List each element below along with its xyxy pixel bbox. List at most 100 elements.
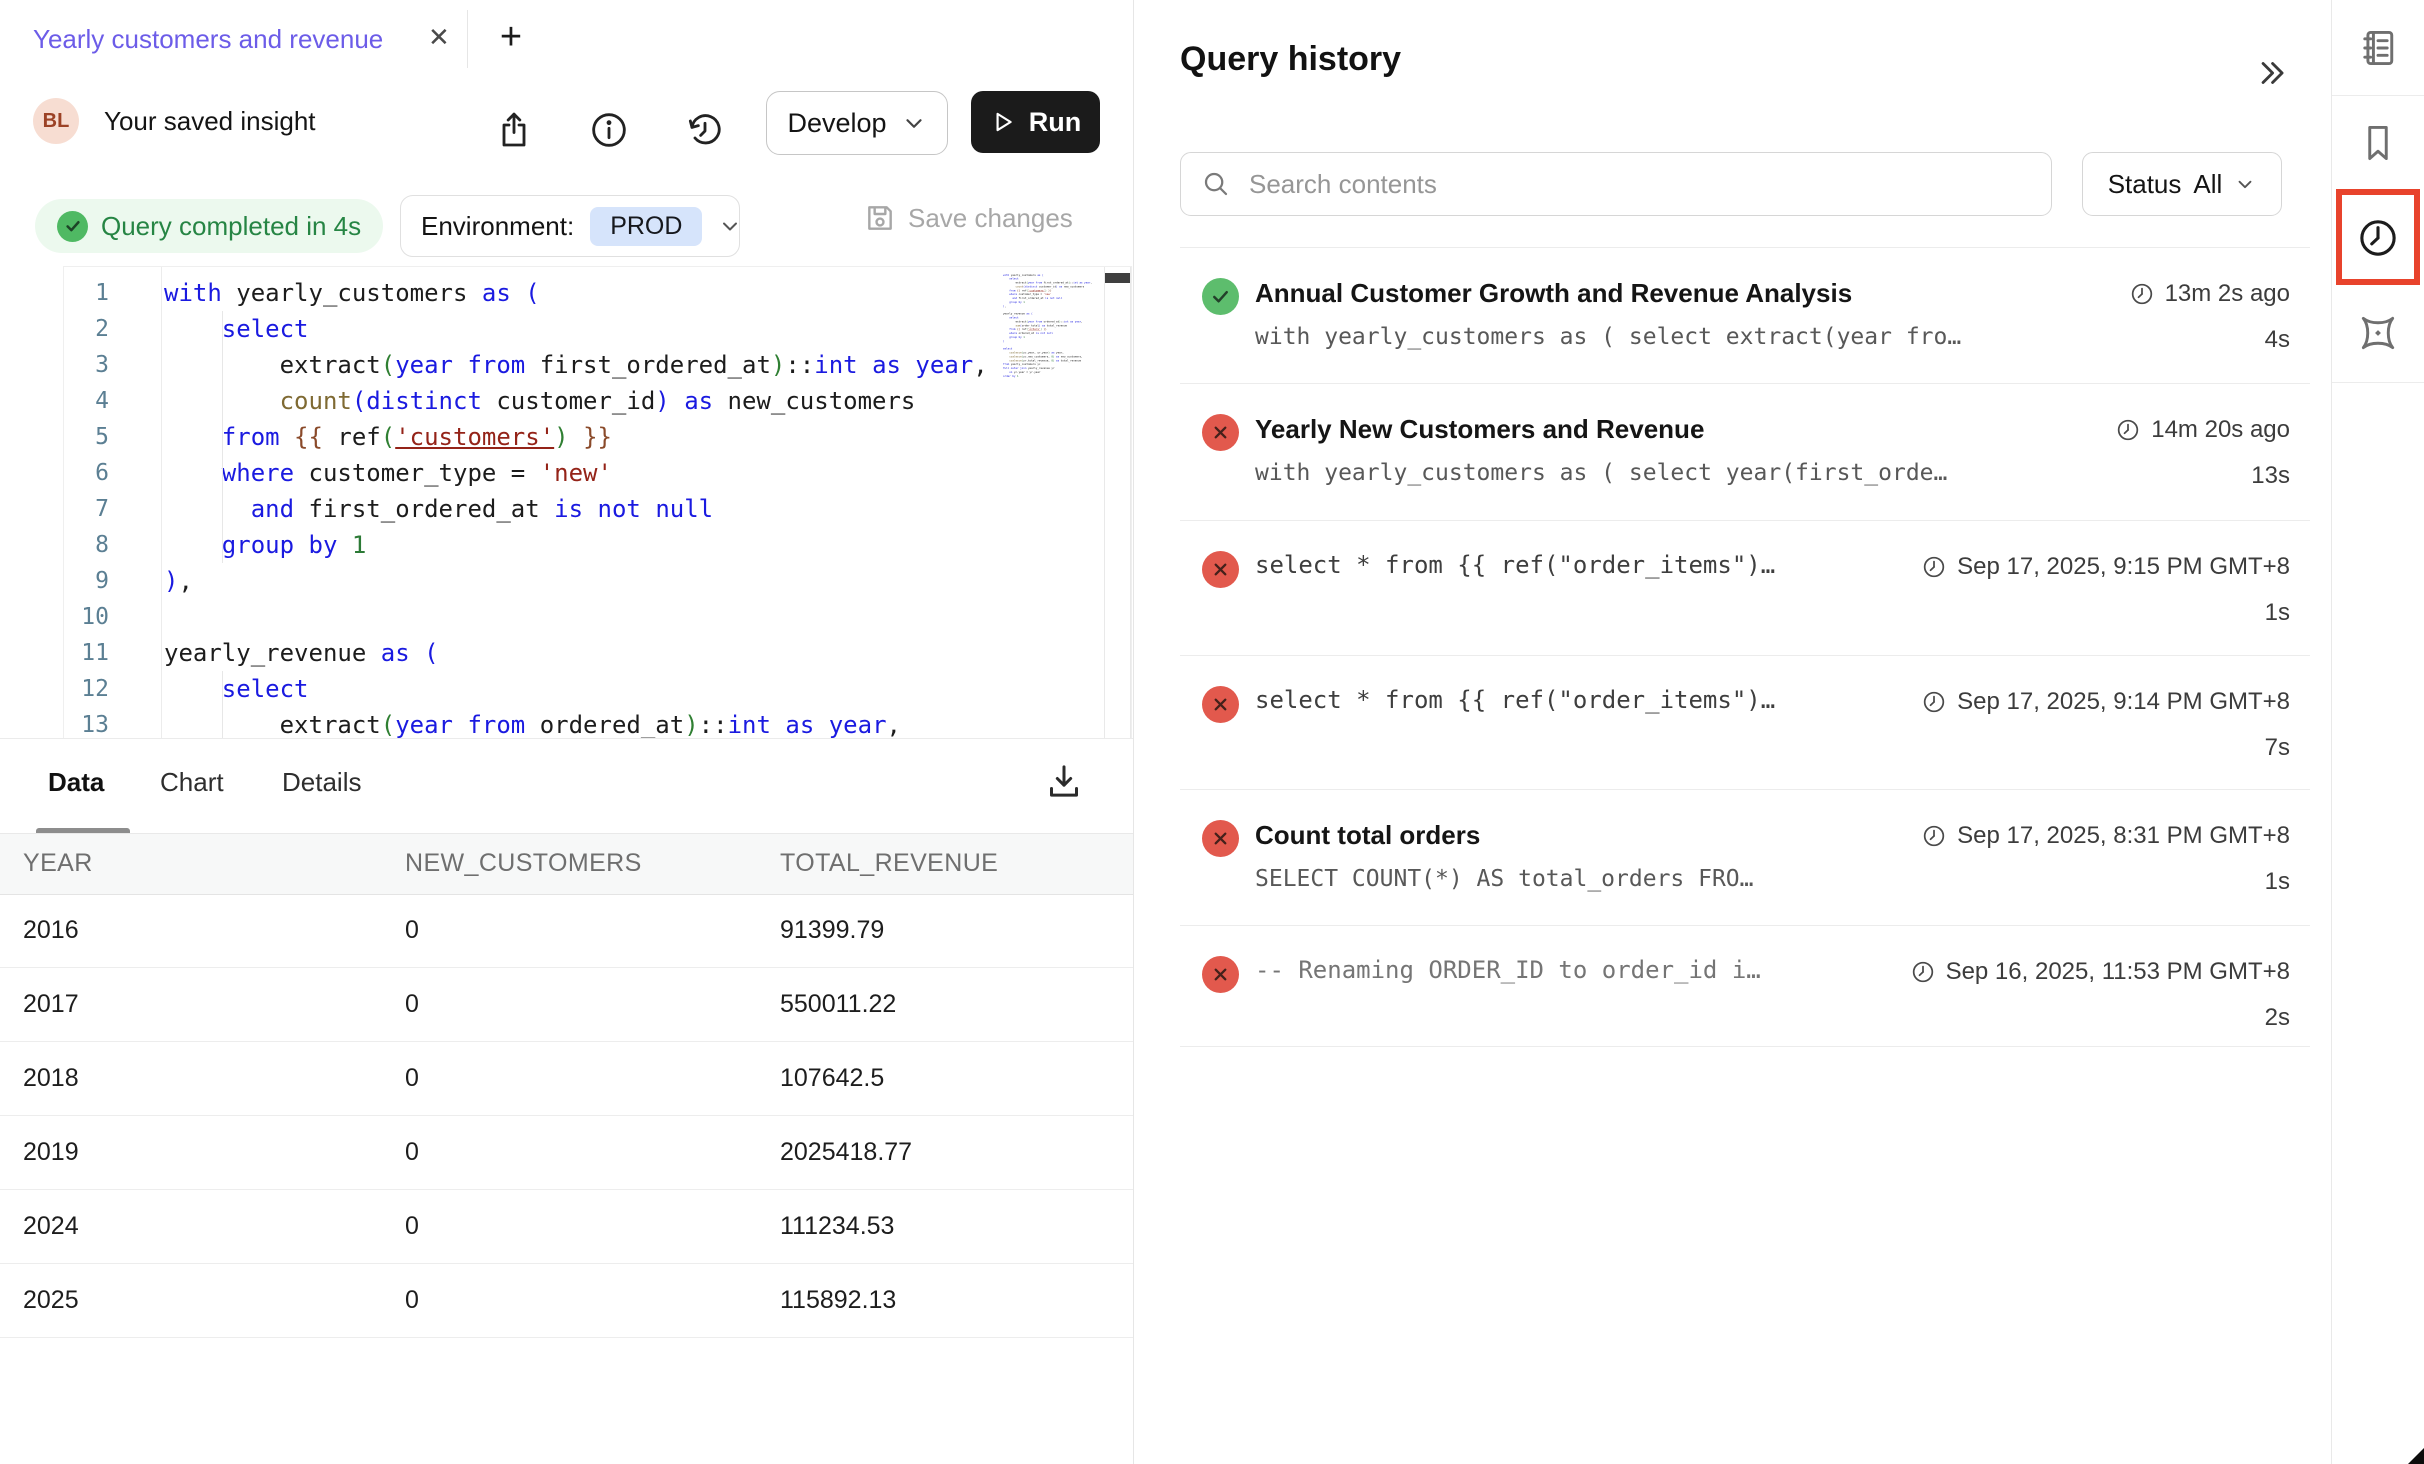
tab-divider xyxy=(467,10,468,68)
bookmark-icon[interactable] xyxy=(2356,121,2400,165)
query-history-item[interactable]: Yearly New Customers and Revenuewith yea… xyxy=(1180,384,2310,521)
collapse-panel-icon[interactable] xyxy=(2252,54,2292,94)
sql-editor[interactable]: 1234567891011121314151617181920212223242… xyxy=(63,266,1132,740)
history-item-time: Sep 17, 2025, 8:31 PM GMT+8 xyxy=(1921,822,2290,850)
search-input[interactable] xyxy=(1247,168,2031,201)
version-history-icon[interactable] xyxy=(685,110,725,150)
share-icon[interactable] xyxy=(494,110,534,150)
code-line: count(distinct customer_id) as new_custo… xyxy=(164,383,988,419)
query-history-icon[interactable] xyxy=(2356,216,2400,260)
table-row: 2016091399.79 xyxy=(0,894,1133,968)
query-history-item[interactable]: select * from {{ ref("order_items")…Sep … xyxy=(1180,521,2310,656)
history-item-query-preview: with yearly_customers as ( select extrac… xyxy=(1255,324,1961,350)
clock-icon xyxy=(2129,281,2155,307)
line-number: 8 xyxy=(64,527,109,563)
results-grid: 2016091399.7920170550011.2220180107642.5… xyxy=(0,894,1133,1338)
table-cell: 2018 xyxy=(23,1064,79,1093)
table-cell: 0 xyxy=(405,1064,419,1093)
code-area[interactable]: with yearly_customers as ( select extrac… xyxy=(164,275,988,740)
status-filter-label: Status xyxy=(2108,169,2182,200)
code-line: select xyxy=(164,671,988,707)
editor-minimap[interactable]: with yearly_customers as ( select extrac… xyxy=(1003,273,1099,733)
table-cell: 550011.22 xyxy=(780,990,896,1019)
query-history-item[interactable]: select * from {{ ref("order_items")… Sep … xyxy=(1180,656,2310,790)
info-icon[interactable] xyxy=(589,110,629,150)
table-cell: 2016 xyxy=(23,916,79,945)
line-number: 9 xyxy=(64,563,109,599)
history-item-time: Sep 17, 2025, 9:14 PM GMT+8 xyxy=(1921,688,2290,716)
query-history-item[interactable]: Annual Customer Growth and Revenue Analy… xyxy=(1180,248,2310,384)
code-line: yearly_revenue as ( xyxy=(164,635,988,671)
run-button[interactable]: Run xyxy=(971,91,1100,153)
tab-details[interactable]: Details xyxy=(282,767,361,798)
table-cell: 0 xyxy=(405,1286,419,1315)
clock-icon xyxy=(1921,823,1947,849)
table-row: 2017 0 550011.22 xyxy=(0,968,1133,1042)
notebook-list-icon[interactable] xyxy=(2356,26,2400,70)
error-icon xyxy=(1202,414,1239,451)
chevron-down-icon xyxy=(718,214,742,238)
query-history-item[interactable]: Count total ordersSELECT COUNT(*) AS tot… xyxy=(1180,790,2310,926)
develop-dropdown[interactable]: Develop xyxy=(766,91,948,155)
gutter-separator xyxy=(161,267,162,739)
query-status-pill: Query completed in 4s xyxy=(35,199,383,253)
table-row: 201902025418.77 xyxy=(0,1116,1133,1190)
table-cell: 115892.13 xyxy=(780,1286,896,1315)
search-icon xyxy=(1201,169,1231,199)
environment-label: Environment: xyxy=(421,211,574,242)
history-item-title: Count total orders xyxy=(1255,820,1480,851)
history-item-title: -- Renaming ORDER_ID to order_id i… xyxy=(1255,956,1761,984)
query-history-panel: Query history Status All Annual Customer… xyxy=(1134,0,2331,1464)
table-cell: 91399.79 xyxy=(780,916,884,945)
table-cell: 111234.53 xyxy=(780,1212,894,1241)
editor-scrollbar[interactable] xyxy=(1104,267,1131,739)
run-label: Run xyxy=(1029,107,1081,138)
table-cell: 2025418.77 xyxy=(780,1138,912,1167)
tab-data[interactable]: Data xyxy=(48,767,104,798)
table-row: 20180107642.5 xyxy=(0,1042,1133,1116)
code-line: extract(year from first_ordered_at)::int… xyxy=(164,347,988,383)
insight-header: BL Your saved insight Develop xyxy=(0,78,1133,185)
line-number: 12 xyxy=(64,671,109,707)
query-history-item[interactable]: -- Renaming ORDER_ID to order_id i… Sep 1… xyxy=(1180,926,2310,1047)
lineage-icon[interactable] xyxy=(2356,311,2400,355)
query-history-list: Annual Customer Growth and Revenue Analy… xyxy=(1180,247,2310,1047)
status-filter-dropdown[interactable]: Status All xyxy=(2082,152,2282,216)
table-cell: 2017 xyxy=(23,990,79,1019)
check-circle-icon xyxy=(57,211,88,242)
code-line: with yearly_customers as ( xyxy=(164,275,988,311)
resize-handle[interactable] xyxy=(2408,1448,2424,1464)
results-tab-bar: Data Chart Details xyxy=(0,738,1133,834)
table-row: 20240111234.53 xyxy=(0,1190,1133,1264)
history-item-time: Sep 16, 2025, 11:53 PM GMT+8 xyxy=(1910,958,2290,986)
history-item-title: select * from {{ ref("order_items")… xyxy=(1255,686,1775,714)
results-header-row: YEAR NEW_CUSTOMERS TOTAL_REVENUE xyxy=(0,833,1133,895)
status-row: Query completed in 4s Environment: PROD … xyxy=(0,184,1133,266)
save-changes-button[interactable]: Save changes xyxy=(864,202,1073,234)
code-line: order by 1 xyxy=(1003,374,1013,378)
sidebar-divider xyxy=(2332,382,2424,383)
history-item-title: Yearly New Customers and Revenue xyxy=(1255,414,1704,445)
download-icon[interactable] xyxy=(1044,761,1088,805)
history-item-title: Annual Customer Growth and Revenue Analy… xyxy=(1255,278,1852,309)
search-box[interactable] xyxy=(1180,152,2052,216)
table-cell: 0 xyxy=(405,1138,419,1167)
environment-selector[interactable]: Environment: PROD xyxy=(400,195,740,257)
tab-close-icon[interactable]: ✕ xyxy=(428,22,450,53)
tab-yearly-customers-and-revenue[interactable]: Yearly customers and revenue xyxy=(33,24,383,55)
new-tab-button[interactable]: + xyxy=(488,14,534,60)
environment-value-chip: PROD xyxy=(590,207,702,246)
line-number: 13 xyxy=(64,707,109,740)
scrollbar-thumb[interactable] xyxy=(1105,273,1130,283)
right-icon-sidebar xyxy=(2331,0,2424,1464)
history-item-time: 14m 20s ago xyxy=(2115,416,2290,444)
saved-insight-label: Your saved insight xyxy=(104,106,316,137)
error-icon xyxy=(1202,956,1239,993)
table-cell: 0 xyxy=(405,990,419,1019)
code-line: ), xyxy=(164,563,988,599)
line-number: 4 xyxy=(64,383,109,419)
success-icon xyxy=(1202,278,1239,315)
develop-label: Develop xyxy=(787,108,886,139)
code-line: extract(year from ordered_at)::int as ye… xyxy=(164,707,988,740)
tab-chart[interactable]: Chart xyxy=(160,767,224,798)
